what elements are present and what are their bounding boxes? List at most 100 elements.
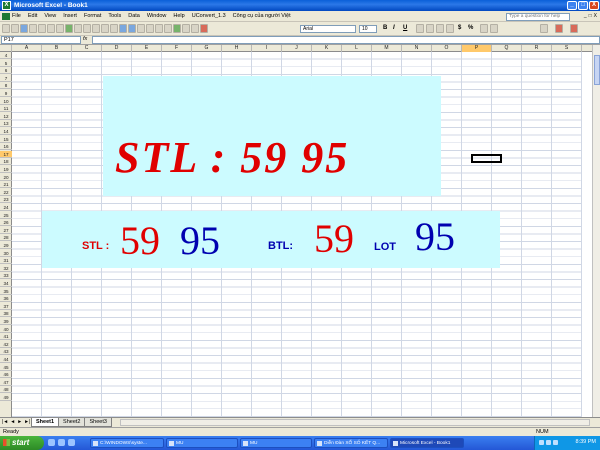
undo-icon[interactable] — [119, 24, 127, 33]
column-header[interactable]: I — [252, 45, 282, 52]
decrease-indent-icon[interactable] — [480, 24, 488, 33]
row-header[interactable]: 21 — [0, 181, 12, 189]
row-header[interactable]: 17 — [0, 150, 12, 158]
row-header[interactable]: 25 — [0, 212, 12, 219]
row-header[interactable]: 6 — [0, 67, 12, 75]
row-header[interactable]: 15 — [0, 136, 12, 143]
underline-button[interactable]: U — [403, 24, 407, 33]
format-painter-icon[interactable] — [110, 24, 118, 33]
tray-network-icon[interactable] — [539, 440, 544, 445]
formula-input[interactable] — [92, 36, 600, 44]
align-center-icon[interactable] — [426, 24, 434, 33]
row-header[interactable]: 34 — [0, 280, 12, 287]
row-header[interactable]: 46 — [0, 371, 12, 379]
first-sheet-button[interactable]: |◄ — [2, 419, 8, 425]
column-header[interactable]: O — [432, 45, 462, 52]
tab-sheet3[interactable]: Sheet3 — [84, 418, 112, 427]
quick-launch-ie-icon[interactable] — [48, 439, 55, 446]
row-header[interactable]: 24 — [0, 204, 12, 211]
document-icon[interactable] — [2, 13, 10, 20]
tab-sheet1[interactable]: Sheet1 — [31, 418, 60, 427]
print-preview-icon[interactable] — [56, 24, 64, 33]
sort-ascending-icon[interactable] — [155, 24, 163, 33]
help-search-input[interactable]: Type a question for help — [506, 13, 570, 21]
autosum-icon[interactable] — [146, 24, 154, 33]
redo-icon[interactable] — [128, 24, 136, 33]
menu-edit[interactable]: Edit — [28, 13, 37, 19]
start-button[interactable]: start — [0, 436, 44, 450]
percent-button[interactable]: % — [468, 24, 473, 33]
fx-icon[interactable]: fx — [83, 36, 87, 42]
row-header[interactable]: 19 — [0, 166, 12, 173]
research-icon[interactable] — [74, 24, 82, 33]
save-icon[interactable] — [20, 24, 28, 33]
column-header[interactable]: N — [402, 45, 432, 52]
menu-view[interactable]: View — [44, 13, 56, 19]
row-header[interactable]: 39 — [0, 318, 12, 325]
row-header[interactable]: 10 — [0, 98, 12, 105]
row-header[interactable]: 30 — [0, 250, 12, 257]
row-header[interactable]: 9 — [0, 90, 12, 97]
minimize-button[interactable]: _ — [567, 1, 577, 10]
tab-sheet2[interactable]: Sheet2 — [58, 418, 86, 427]
email-icon[interactable] — [38, 24, 46, 33]
row-header[interactable]: 48 — [0, 386, 12, 394]
close-button[interactable]: X — [589, 1, 599, 10]
row-header[interactable]: 37 — [0, 303, 12, 310]
column-header[interactable]: E — [132, 45, 162, 52]
hyperlink-icon[interactable] — [137, 24, 145, 33]
row-header[interactable]: 47 — [0, 379, 12, 386]
currency-button[interactable]: $ — [458, 24, 461, 33]
row-header[interactable]: 36 — [0, 295, 12, 303]
column-header[interactable]: P — [462, 45, 492, 52]
menu-insert[interactable]: Insert — [63, 13, 77, 19]
row-header[interactable]: 13 — [0, 120, 12, 128]
row-header[interactable]: 26 — [0, 219, 12, 227]
quick-launch-media-icon[interactable] — [68, 439, 75, 446]
doc-close-button[interactable]: X — [594, 13, 597, 19]
menu-tools[interactable]: Tools — [108, 13, 121, 19]
taskbar-item-forum[interactable]: Diễn Đàn XỔ SỐ KẾT Q... — [314, 438, 388, 448]
menu-window[interactable]: Window — [147, 13, 167, 19]
menu-data[interactable]: Data — [128, 13, 140, 19]
row-header[interactable]: 28 — [0, 234, 12, 242]
menu-format[interactable]: Format — [84, 13, 101, 19]
help-icon[interactable] — [200, 24, 208, 33]
doc-minimize-button[interactable]: _ — [584, 13, 587, 19]
font-name-select[interactable]: Arial — [300, 25, 356, 33]
tray-input-icon[interactable] — [553, 440, 558, 445]
row-header[interactable]: 31 — [0, 257, 12, 265]
doc-restore-button[interactable]: □ — [589, 13, 592, 19]
row-header[interactable]: 45 — [0, 364, 12, 371]
next-sheet-button[interactable]: ► — [17, 419, 22, 425]
name-box[interactable]: P17 — [1, 36, 81, 44]
row-header[interactable]: 35 — [0, 288, 12, 295]
row-header[interactable]: 49 — [0, 394, 12, 401]
column-header[interactable]: H — [222, 45, 252, 52]
taskbar-item-cmd[interactable]: C:\WINDOWS\syste... — [90, 438, 164, 448]
row-header[interactable]: 27 — [0, 227, 12, 234]
taskbar-item-mu-1[interactable]: MU — [166, 438, 238, 448]
italic-button[interactable]: I — [393, 24, 395, 33]
row-header[interactable]: 8 — [0, 82, 12, 90]
row-header[interactable]: 38 — [0, 310, 12, 318]
row-header[interactable]: 5 — [0, 60, 12, 67]
chart-wizard-icon[interactable] — [173, 24, 181, 33]
vertical-scrollbar[interactable] — [592, 45, 600, 417]
row-header[interactable]: 43 — [0, 348, 12, 356]
quick-launch-browser-icon[interactable] — [58, 439, 65, 446]
new-icon[interactable] — [2, 24, 10, 33]
column-header[interactable]: J — [282, 45, 312, 52]
row-header[interactable]: 20 — [0, 174, 12, 181]
menu-help[interactable]: Help — [173, 13, 184, 19]
select-all-corner[interactable] — [0, 45, 12, 52]
row-header[interactable]: 44 — [0, 356, 12, 363]
borders-icon[interactable] — [540, 24, 548, 33]
column-header[interactable]: S — [552, 45, 582, 52]
drawing-icon[interactable] — [182, 24, 190, 33]
menu-uconvert[interactable]: UConvert_1.3 — [192, 13, 226, 19]
column-header[interactable]: L — [342, 45, 372, 52]
zoom-icon[interactable] — [191, 24, 199, 33]
row-header[interactable]: 12 — [0, 113, 12, 120]
column-header[interactable]: D — [102, 45, 132, 52]
